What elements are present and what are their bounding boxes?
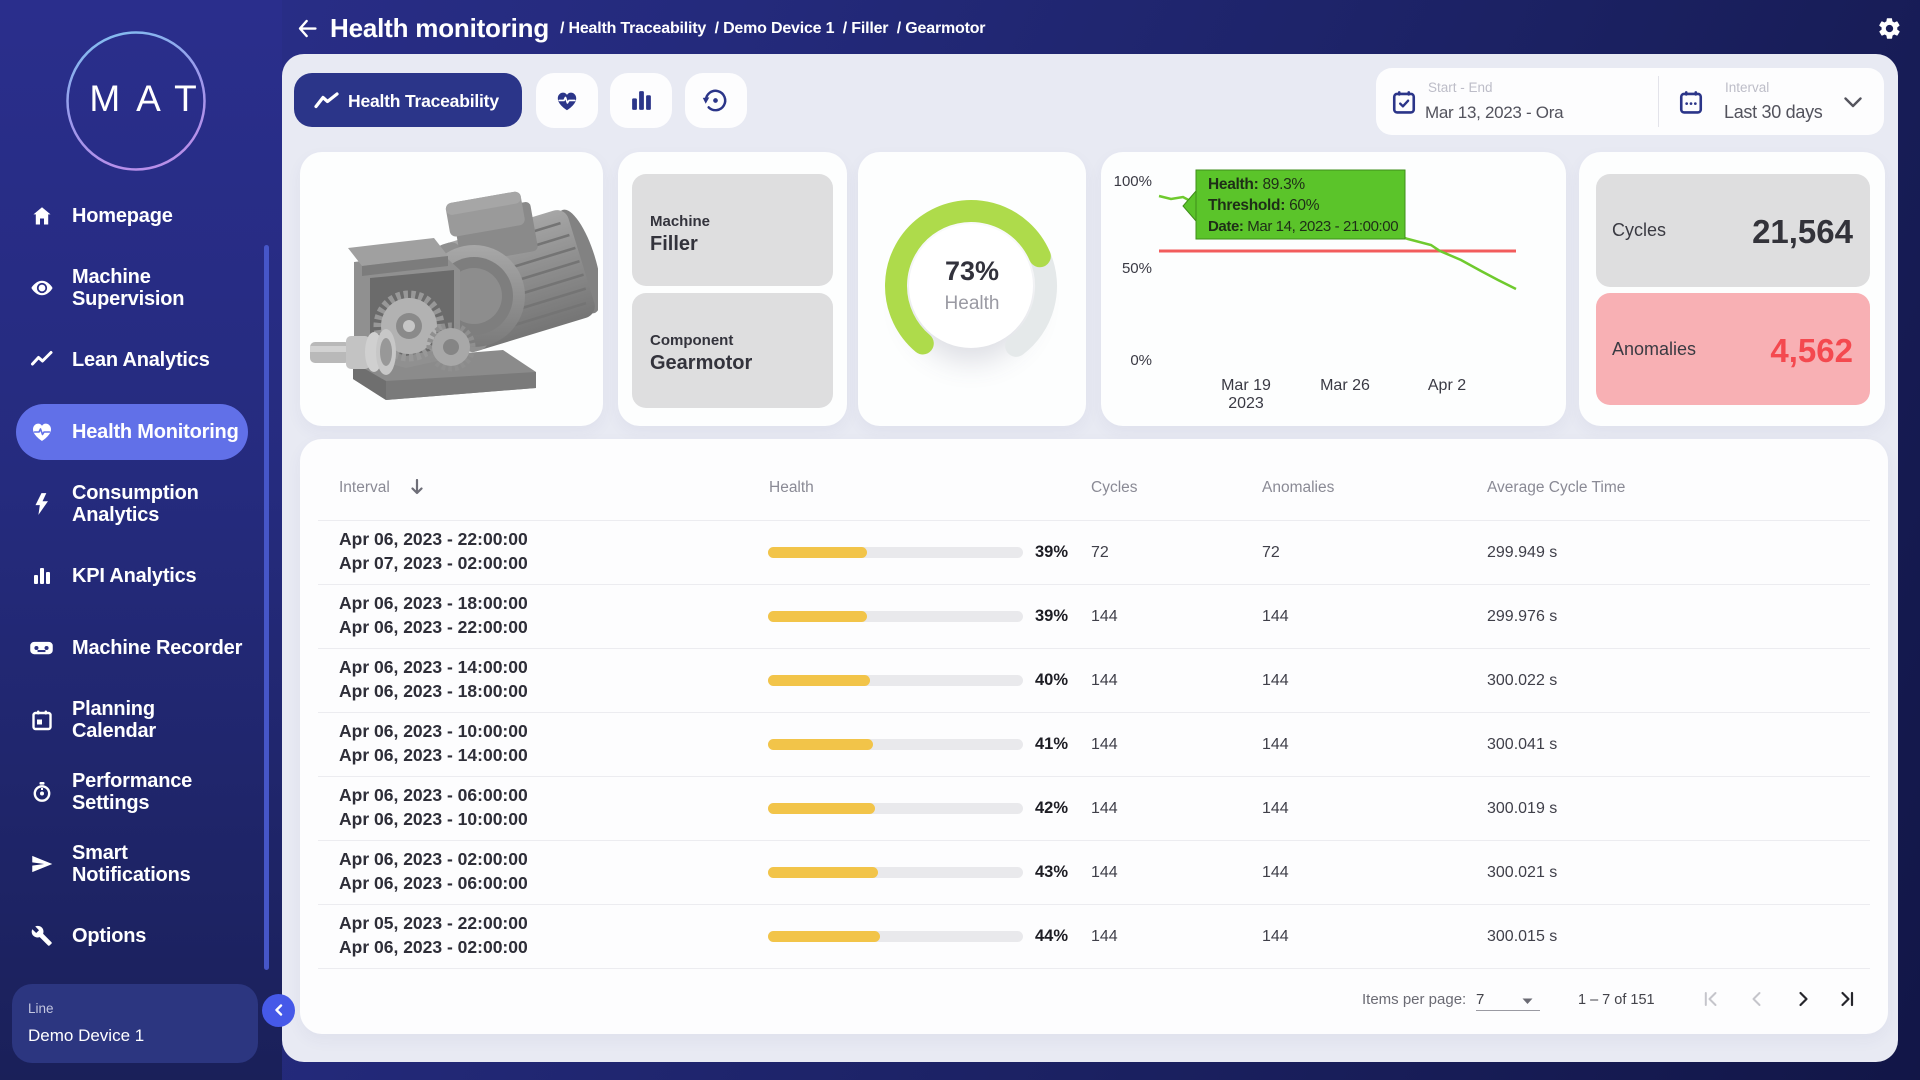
svg-text:50%: 50%	[1122, 260, 1152, 277]
svg-text:Health: 89.3%: Health: 89.3%	[1208, 176, 1305, 193]
svg-text:100%: 100%	[1114, 173, 1152, 190]
svg-text:Apr 2: Apr 2	[1428, 377, 1466, 394]
svg-text:2023: 2023	[1228, 395, 1264, 412]
svg-text:Date: Mar 14, 2023 - 21:00:00: Date: Mar 14, 2023 - 21:00:00	[1208, 218, 1398, 235]
svg-text:Mar 26: Mar 26	[1320, 377, 1370, 394]
svg-text:Mar 19: Mar 19	[1221, 377, 1271, 394]
svg-text:0%: 0%	[1130, 352, 1152, 369]
svg-text:Threshold: 60%: Threshold: 60%	[1208, 197, 1320, 214]
